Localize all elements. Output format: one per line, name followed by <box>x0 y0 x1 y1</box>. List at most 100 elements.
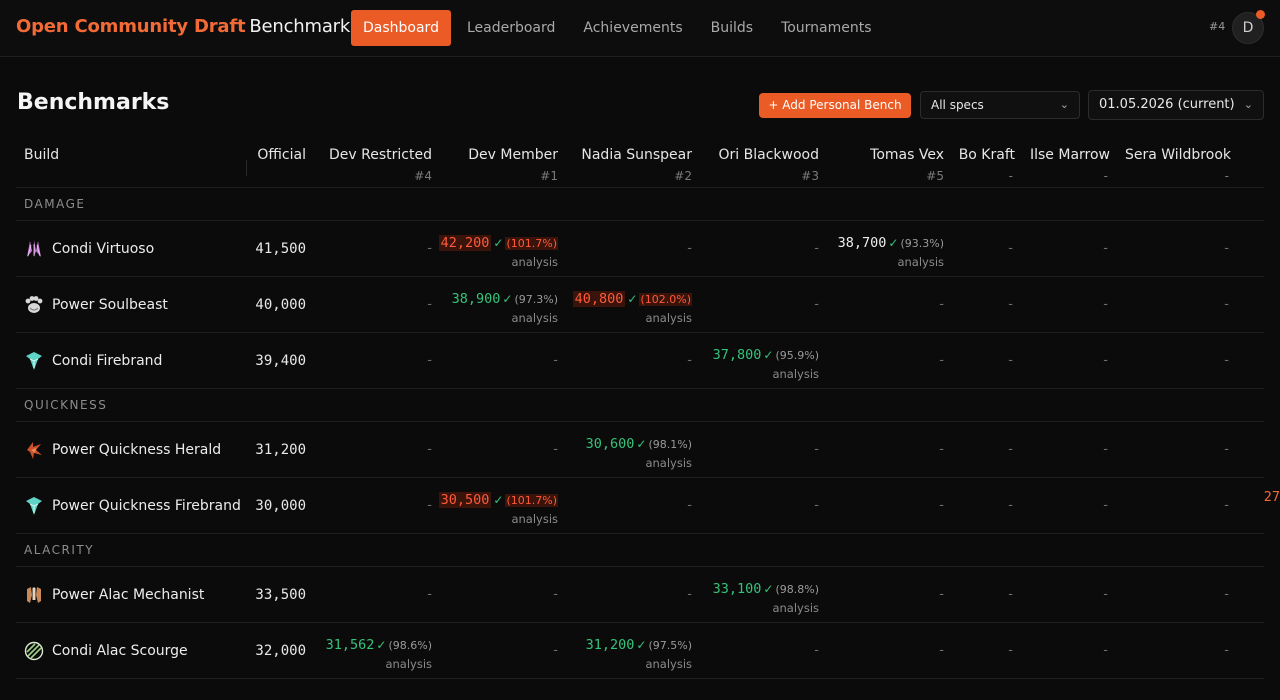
empty-cell: - <box>939 643 944 658</box>
analysis-link[interactable]: analysis <box>573 311 692 325</box>
check-icon: ✓ <box>763 348 774 362</box>
empty-cell: - <box>1224 587 1229 602</box>
col-build[interactable]: Build <box>24 147 59 163</box>
empty-cell: - <box>939 587 944 602</box>
bench-cell[interactable]: 33,100 ✓ (98.8%) analysis <box>713 578 819 615</box>
col-sera-wildbrook-rank: - <box>1224 169 1229 183</box>
bench-value: 38,700 <box>837 235 887 251</box>
spec-filter-select[interactable]: All specs ⌄ <box>920 91 1080 119</box>
empty-cell: - <box>687 587 692 602</box>
bench-cell[interactable]: 42,200 ✓ (101.7%) analysis <box>438 232 558 269</box>
empty-cell: - <box>553 643 558 658</box>
table-row[interactable]: Condi Virtuoso 41,500 - 42,200 ✓ (101.7%) … <box>16 221 1264 277</box>
official-value: 30,000 <box>255 498 306 514</box>
table-row[interactable]: Power Soulbeast 40,000 - 38,900 ✓ (97.3%) … <box>16 277 1264 333</box>
col-ori-blackwood[interactable]: Ori Blackwood <box>719 147 819 163</box>
bench-cell[interactable]: 40,800 ✓ (102.0%) analysis <box>572 288 692 325</box>
section-label: ALACRITY <box>24 543 95 557</box>
table-row[interactable]: Power Quickness Firebrand 30,000 - 30,50… <box>16 478 1280 534</box>
analysis-link[interactable]: analysis <box>439 255 558 269</box>
col-dev-restricted[interactable]: Dev Restricted <box>329 147 432 163</box>
section-quickness: QUICKNESS <box>16 389 1264 422</box>
bench-cell[interactable]: 30,500 ✓ (101.7%) analysis <box>438 489 558 526</box>
user-rank: #4 <box>1209 20 1226 33</box>
bench-pct: (93.3%) <box>900 237 944 250</box>
bench-cell[interactable]: 31,200 ✓ (97.5%) analysis <box>586 634 692 671</box>
analysis-link[interactable]: analysis <box>452 311 558 325</box>
empty-cell: - <box>814 297 819 312</box>
section-label: DAMAGE <box>24 197 86 211</box>
bench-value: 37,800 <box>712 347 762 363</box>
empty-cell: - <box>553 353 558 368</box>
empty-cell: - <box>687 241 692 256</box>
table-row[interactable]: Power Quickness Herald 31,200 - - 30,600… <box>16 422 1264 478</box>
analysis-link[interactable]: analysis <box>838 255 944 269</box>
empty-cell: - <box>427 241 432 256</box>
official-value: 39,400 <box>255 353 306 369</box>
col-ilse-marrow[interactable]: Ilse Marrow <box>1030 147 1110 163</box>
nav-builds[interactable]: Builds <box>697 10 767 46</box>
empty-cell: - <box>1008 297 1013 312</box>
bench-pct: (95.9%) <box>775 349 819 362</box>
bench-pct: (101.7%) <box>505 494 558 507</box>
col-bo-kraft-rank: - <box>1008 169 1013 183</box>
analysis-link[interactable]: analysis <box>713 601 819 615</box>
nav-dashboard[interactable]: Dashboard <box>351 10 451 46</box>
bench-value: 38,900 <box>451 291 501 307</box>
empty-cell: - <box>1103 498 1108 513</box>
bench-cell[interactable]: 30,600 ✓ (98.1%) analysis <box>586 433 692 470</box>
bench-value: 31,562 <box>325 637 375 653</box>
col-bo-kraft[interactable]: Bo Kraft <box>959 147 1015 163</box>
empty-cell: - <box>939 498 944 513</box>
bench-cell[interactable]: 31,562 ✓ (98.6%) analysis <box>326 634 432 671</box>
empty-cell: - <box>1103 643 1108 658</box>
empty-cell: - <box>553 587 558 602</box>
col-dev-restricted-rank: #4 <box>414 169 432 183</box>
analysis-link[interactable]: analysis <box>326 657 432 671</box>
date-filter-value: 01.05.2026 (current) <box>1099 97 1235 112</box>
table-row[interactable]: Condi Alac Scourge 32,000 31,562 ✓ (98.6%)… <box>16 623 1264 679</box>
add-personal-bench-button[interactable]: + Add Personal Bench <box>759 93 911 118</box>
empty-cell: - <box>1103 353 1108 368</box>
analysis-link[interactable]: analysis <box>713 367 819 381</box>
empty-cell: - <box>687 498 692 513</box>
bench-value: 30,500 <box>438 492 492 508</box>
official-value: 41,500 <box>255 241 306 257</box>
empty-cell: - <box>687 353 692 368</box>
col-official[interactable]: Official <box>257 147 306 163</box>
section-alacrity: ALACRITY <box>16 534 1264 567</box>
empty-cell: - <box>1224 498 1229 513</box>
table-row[interactable]: Power Alac Mechanist 33,500 - - - 33,100… <box>16 567 1264 623</box>
empty-cell: - <box>1008 241 1013 256</box>
nav-achievements[interactable]: Achievements <box>569 10 696 46</box>
analysis-link[interactable]: analysis <box>586 456 692 470</box>
nav-leaderboard[interactable]: Leaderboard <box>453 10 569 46</box>
bench-cell[interactable]: 38,900 ✓ (97.3%) analysis <box>452 288 558 325</box>
nav-tournaments[interactable]: Tournaments <box>767 10 885 46</box>
official-value: 31,200 <box>255 442 306 458</box>
col-sera-wildbrook[interactable]: Sera Wildbrook <box>1125 147 1231 163</box>
bench-cell[interactable]: 38,700 ✓ (93.3%) analysis <box>838 232 944 269</box>
empty-cell: - <box>427 587 432 602</box>
col-tomas-vex[interactable]: Tomas Vex <box>870 147 944 163</box>
check-icon: ✓ <box>493 493 504 507</box>
column-divider[interactable] <box>246 160 247 176</box>
empty-cell: - <box>814 442 819 457</box>
table-row[interactable]: Condi Firebrand 39,400 - - - 37,800 ✓ (95.… <box>16 333 1264 389</box>
col-dev-member[interactable]: Dev Member <box>468 147 558 163</box>
empty-cell: - <box>1008 353 1013 368</box>
bench-value: 30,600 <box>585 436 635 452</box>
check-icon: ✓ <box>636 638 647 652</box>
col-nadia-sunspear[interactable]: Nadia Sunspear <box>581 147 692 163</box>
analysis-link[interactable]: analysis <box>586 657 692 671</box>
col-ilse-marrow-rank: - <box>1103 169 1108 183</box>
bench-cell[interactable]: 37,800 ✓ (95.9%) analysis <box>713 344 819 381</box>
bench-value: 42,200 <box>438 235 492 251</box>
empty-cell: - <box>1008 643 1013 658</box>
brand[interactable]: Open Community Draft Benchmarks <box>16 16 359 37</box>
check-icon: ✓ <box>888 236 899 250</box>
check-icon: ✓ <box>376 638 387 652</box>
date-filter-select[interactable]: 01.05.2026 (current) ⌄ <box>1088 90 1264 120</box>
analysis-link[interactable]: analysis <box>439 512 558 526</box>
empty-cell: - <box>1103 241 1108 256</box>
